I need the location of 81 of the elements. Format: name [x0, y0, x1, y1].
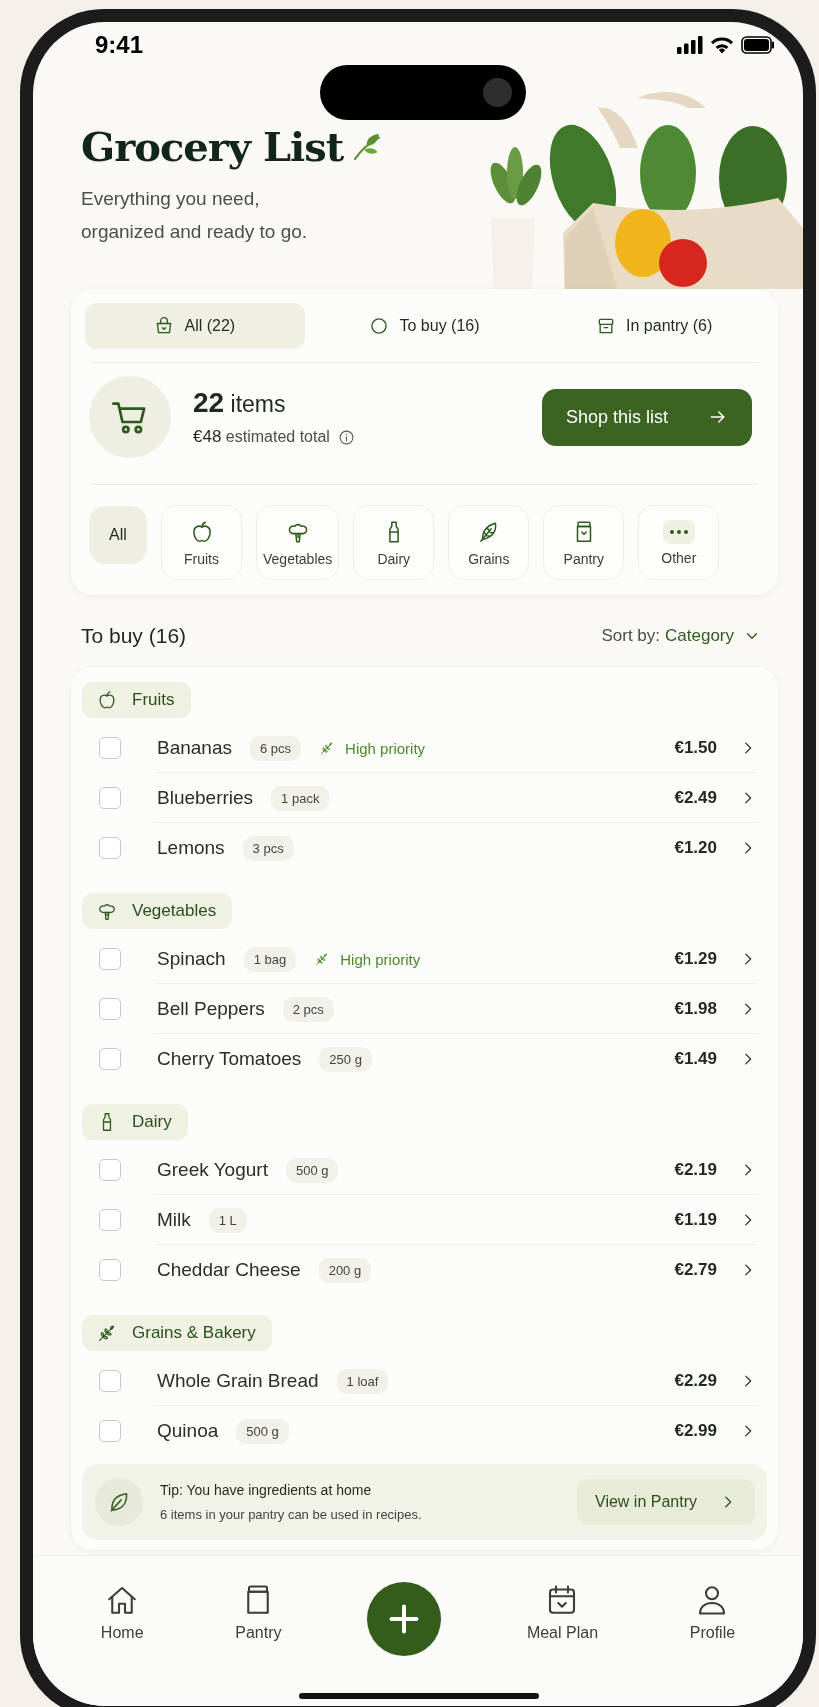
filter-tab[interactable]: In pantry (6): [544, 303, 764, 349]
item-name: Greek Yogurt: [157, 1159, 268, 1181]
category-chip[interactable]: Other: [638, 505, 720, 580]
filter-tab[interactable]: All (22): [85, 303, 305, 349]
item-name: Whole Grain Bread: [157, 1370, 319, 1392]
quantity-tag: 3 pcs: [242, 835, 294, 861]
category-header: Grains & Bakery: [82, 1315, 272, 1351]
checkbox[interactable]: [99, 837, 121, 859]
more-icon: [668, 528, 689, 535]
item-price: €2.79: [674, 1260, 717, 1280]
quantity-tag: 200 g: [318, 1257, 372, 1283]
quantity-tag: 250 g: [319, 1046, 372, 1072]
checkbox[interactable]: [99, 1209, 121, 1231]
category-chip[interactable]: Dairy: [353, 505, 435, 580]
circle-icon: [369, 316, 390, 336]
tip-title: Tip: You have ingredients at home: [160, 1482, 373, 1498]
quantity-tag: 1 pack: [271, 785, 330, 811]
checkbox[interactable]: [99, 998, 121, 1020]
category-chip[interactable]: All: [89, 506, 147, 564]
item-price: €1.19: [674, 1210, 717, 1230]
status-time: 9:41: [95, 31, 144, 59]
tip-text: 6 items in your pantry can be used in recipes.: [160, 1507, 423, 1522]
checkbox[interactable]: [99, 1420, 121, 1442]
category-chip[interactable]: Grains: [448, 505, 530, 580]
category-chip[interactable]: Fruits: [161, 505, 242, 580]
wifi-icon: [710, 36, 734, 54]
item-price: €2.49: [674, 788, 717, 808]
estimated-total: €48 estimated total: [193, 427, 330, 447]
nav-tab[interactable]: Home: [94, 1566, 150, 1642]
item-price: €1.49: [674, 1049, 717, 1069]
item-name: Quinoa: [157, 1420, 219, 1442]
view-pantry-button[interactable]: View in Pantry: [577, 1479, 755, 1525]
item-price: €1.98: [674, 999, 717, 1019]
checkbox[interactable]: [99, 1370, 121, 1392]
item-name: Blueberries: [157, 787, 254, 809]
item-price: €1.20: [674, 838, 717, 858]
item-price: €2.29: [674, 1371, 717, 1391]
quantity-tag: 1 L: [208, 1207, 247, 1233]
filter-tab[interactable]: To buy (16): [314, 303, 535, 349]
page-title: Grocery List: [81, 123, 344, 170]
item-name: Bananas: [157, 737, 232, 759]
quantity-tag: 500 g: [285, 1157, 339, 1183]
item-name: Spinach: [157, 948, 226, 970]
priority-label: High priority: [314, 950, 421, 968]
checkbox[interactable]: [99, 737, 121, 759]
quantity-tag: 1 bag: [243, 946, 297, 972]
item-name: Lemons: [157, 837, 225, 859]
section-title: To buy (16): [81, 624, 187, 648]
quantity-tag: 1 loaf: [336, 1368, 389, 1394]
sort-dropdown[interactable]: Sort by: Category: [601, 626, 761, 646]
checkbox[interactable]: [99, 787, 121, 809]
info-icon: [337, 428, 355, 446]
nav-tab[interactable]: Profile: [683, 1566, 742, 1642]
item-name: Bell Peppers: [157, 998, 265, 1020]
category-header: Vegetables: [82, 893, 233, 929]
checkbox[interactable]: [99, 948, 121, 970]
category-chip[interactable]: Vegetables: [256, 505, 340, 580]
nav-tab[interactable]: Meal Plan: [520, 1566, 605, 1642]
page-subtitle: Everything you need, organized and ready to go.: [81, 187, 309, 244]
priority-label: High priority: [319, 739, 426, 757]
quantity-tag: 2 pcs: [282, 996, 334, 1022]
battery-icon: [741, 36, 775, 54]
item-price: €2.19: [674, 1160, 717, 1180]
item-price: €1.29: [674, 949, 717, 969]
category-header: Dairy: [82, 1104, 188, 1140]
quantity-tag: 500 g: [236, 1418, 289, 1444]
item-price: €1.50: [674, 738, 717, 758]
item-name: Cherry Tomatoes: [157, 1048, 302, 1070]
category-header: Fruits: [82, 682, 191, 718]
checkbox[interactable]: [99, 1159, 121, 1181]
category-chip[interactable]: Pantry: [543, 505, 625, 580]
item-name: Cheddar Cheese: [157, 1259, 301, 1281]
item-count: 22 items: [193, 387, 287, 419]
shop-button[interactable]: Shop this list: [542, 388, 752, 446]
nav-tab[interactable]: Pantry: [229, 1566, 288, 1642]
quantity-tag: 6 pcs: [250, 735, 302, 761]
checkbox[interactable]: [99, 1259, 121, 1281]
signal-icon: [677, 36, 703, 54]
checkbox[interactable]: [99, 1048, 121, 1070]
item-price: €2.99: [674, 1421, 717, 1441]
item-name: Milk: [157, 1209, 191, 1231]
